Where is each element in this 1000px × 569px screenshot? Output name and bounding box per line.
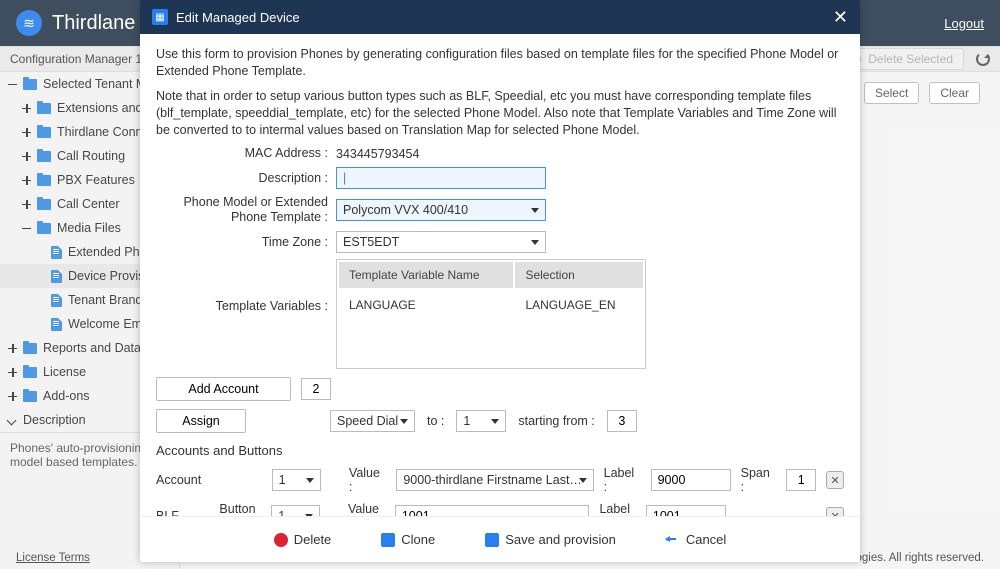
modal-title: Edit Managed Device [176, 10, 300, 25]
label-input[interactable] [646, 505, 726, 516]
assign-from-input[interactable] [607, 410, 637, 432]
tvar-header-selection: Selection [515, 262, 643, 288]
modal-intro-1: Use this form to provision Phones by gen… [156, 46, 844, 80]
label-label: Label : [604, 466, 641, 494]
button-select[interactable]: 1 [271, 505, 320, 516]
timezone-label: Time Zone : [156, 235, 336, 250]
label-label: Label : [599, 502, 635, 516]
chevron-down-icon [305, 514, 313, 516]
model-label: Phone Model or Extended Phone Template : [156, 195, 336, 225]
account-row-1: BLF Button : 1 Value : Label : ✕ [156, 502, 844, 516]
add-account-button[interactable]: Add Account [156, 377, 291, 401]
template-vars-table: Template Variable NameSelection LANGUAGE… [336, 259, 646, 369]
button-select[interactable]: 1 [272, 469, 321, 491]
label-input[interactable] [651, 469, 731, 491]
modal-footer: Delete Clone Save and provision Cancel [140, 516, 860, 562]
assign-from-label: starting from : [518, 414, 594, 428]
value-label: Value : [349, 466, 386, 494]
button-label: Button : [219, 502, 261, 516]
chevron-down-icon [579, 478, 587, 483]
save-label: Save and provision [505, 532, 616, 547]
model-select-value: Polycom VVX 400/410 [343, 203, 468, 217]
assign-type-select[interactable]: Speed Dial [330, 410, 415, 432]
tvar-row-value: LANGUAGE_EN [515, 290, 643, 320]
span-input[interactable] [786, 469, 816, 491]
description-input[interactable] [336, 167, 546, 189]
chevron-down-icon [531, 240, 539, 245]
value-select[interactable]: 9000-thirdlane Firstname Lastn... [396, 469, 593, 491]
clone-icon [381, 533, 395, 547]
span-label: Span : [741, 466, 777, 494]
row-type-label: BLF [156, 509, 209, 516]
value-label: Value : [348, 502, 385, 516]
value-text: 9000-thirdlane Firstname Lastn... [403, 473, 583, 487]
cancel-icon [666, 533, 680, 547]
remove-row-button[interactable]: ✕ [826, 507, 844, 516]
account-row-0: Account 1 Value : 9000-thirdlane Firstname … [156, 466, 844, 494]
delete-button[interactable]: Delete [274, 532, 332, 547]
delete-label: Delete [294, 532, 332, 547]
assign-type-value: Speed Dial [337, 414, 398, 428]
chevron-down-icon [306, 478, 314, 483]
assign-to-value: 1 [463, 414, 470, 428]
modal-header: ▦ Edit Managed Device ✕ [140, 0, 860, 34]
assign-to-label: to : [427, 414, 444, 428]
model-select[interactable]: Polycom VVX 400/410 [336, 199, 546, 221]
mac-value: 343445793454 [336, 147, 419, 161]
remove-row-button[interactable]: ✕ [826, 471, 844, 489]
edit-device-modal: ▦ Edit Managed Device ✕ Use this form to… [140, 0, 860, 562]
row-type-label: Account [156, 473, 210, 487]
description-label: Description : [156, 171, 336, 186]
modal-header-icon: ▦ [152, 9, 168, 25]
timezone-select-value: EST5EDT [343, 235, 399, 249]
tvars-label: Template Variables : [156, 259, 336, 314]
save-provision-button[interactable]: Save and provision [485, 532, 616, 547]
mac-label: MAC Address : [156, 146, 336, 161]
tvar-header-name: Template Variable Name [339, 262, 513, 288]
tvar-row-name: LANGUAGE [339, 290, 513, 320]
clone-label: Clone [401, 532, 435, 547]
value-input[interactable] [395, 505, 590, 516]
button-value: 1 [279, 473, 286, 487]
cancel-label: Cancel [686, 532, 726, 547]
assign-to-select[interactable]: 1 [456, 410, 506, 432]
accounts-section-title: Accounts and Buttons [156, 443, 844, 458]
timezone-select[interactable]: EST5EDT [336, 231, 546, 253]
button-value: 1 [278, 509, 285, 516]
save-icon [485, 533, 499, 547]
add-account-count[interactable] [301, 378, 331, 400]
modal-intro-2: Note that in order to setup various butt… [156, 88, 844, 139]
chevron-down-icon [531, 208, 539, 213]
modal-close-button[interactable]: ✕ [833, 8, 848, 26]
chevron-down-icon [400, 419, 408, 424]
assign-button[interactable]: Assign [156, 409, 246, 433]
delete-icon [274, 533, 288, 547]
clone-button[interactable]: Clone [381, 532, 435, 547]
chevron-down-icon [491, 419, 499, 424]
cancel-button[interactable]: Cancel [666, 532, 726, 547]
